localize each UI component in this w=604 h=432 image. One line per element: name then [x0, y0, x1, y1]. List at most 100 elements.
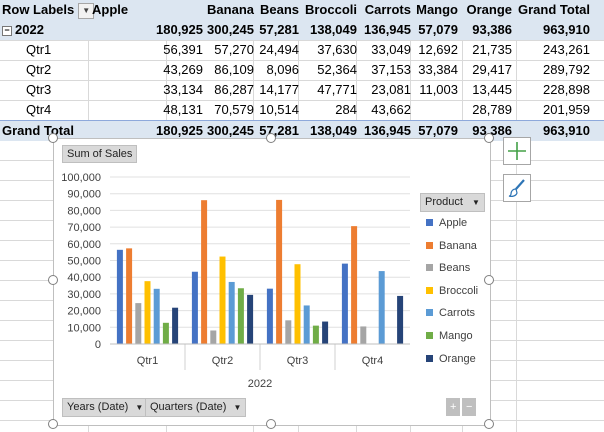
legend-item-carrots[interactable]: Carrots — [426, 307, 475, 319]
expand-field-button[interactable]: + — [446, 398, 461, 416]
table-cell[interactable]: 56,391 — [163, 40, 203, 60]
chart-styles-button[interactable] — [503, 174, 531, 202]
table-cell[interactable]: 12,692 — [418, 40, 458, 60]
table-cell[interactable]: 28,789 — [472, 100, 512, 120]
bar-broccoli-qtr3[interactable] — [294, 264, 301, 344]
legend-item-mango[interactable]: Mango — [426, 330, 473, 342]
bar-orange-qtr1[interactable] — [172, 307, 179, 344]
table-cell[interactable]: 136,945 — [364, 20, 411, 40]
years-date-field-button[interactable]: Years (Date) ▼ — [62, 398, 149, 417]
legend-item-broccoli[interactable]: Broccoli — [426, 285, 478, 297]
y-tick-label: 90,000 — [67, 189, 101, 201]
resize-handle-top-left[interactable] — [48, 133, 58, 143]
bar-carrots-qtr3[interactable] — [303, 305, 310, 344]
table-cell[interactable]: 29,417 — [472, 60, 512, 80]
bar-apple-qtr4[interactable] — [341, 263, 348, 344]
bar-orange-qtr4[interactable] — [397, 295, 404, 344]
row-labels-header[interactable]: Row Labels ▼ — [2, 0, 95, 20]
table-cell[interactable]: 138,049 — [310, 20, 357, 40]
row-label: Qtr2 — [26, 60, 51, 80]
table-cell[interactable]: 57,079 — [418, 20, 458, 40]
table-cell[interactable]: 24,494 — [259, 40, 299, 60]
table-cell[interactable]: 23,081 — [371, 80, 411, 100]
column-header: Banana — [207, 2, 254, 17]
resize-handle-top[interactable] — [266, 133, 276, 143]
table-cell[interactable]: 289,792 — [543, 60, 590, 80]
resize-handle-top-right[interactable] — [484, 133, 494, 143]
table-cell[interactable]: 57,270 — [214, 40, 254, 60]
bar-carrots-qtr1[interactable] — [153, 288, 160, 344]
table-cell[interactable]: 300,245 — [207, 20, 254, 40]
legend-label: Apple — [439, 217, 468, 229]
legend-item-beans[interactable]: Beans — [426, 262, 470, 274]
resize-handle-bottom[interactable] — [266, 419, 276, 429]
bar-apple-qtr3[interactable] — [266, 288, 273, 344]
bar-broccoli-qtr1[interactable] — [144, 281, 151, 344]
table-cell[interactable]: 47,771 — [317, 80, 357, 100]
collapse-icon[interactable]: − — [2, 25, 12, 36]
table-cell[interactable]: 14,177 — [259, 80, 299, 100]
table-cell[interactable]: 963,910 — [543, 20, 590, 40]
resize-handle-right[interactable] — [484, 275, 494, 285]
legend-item-orange[interactable]: Orange — [426, 353, 476, 365]
table-cell[interactable]: 33,049 — [371, 40, 411, 60]
resize-handle-bottom-right[interactable] — [484, 419, 494, 429]
legend-item-apple[interactable]: Apple — [426, 217, 467, 229]
x-tick-label: Qtr3 — [287, 355, 308, 367]
table-cell[interactable]: 86,287 — [214, 80, 254, 100]
bar-beans-qtr1[interactable] — [135, 303, 142, 344]
bar-beans-qtr4[interactable] — [360, 326, 367, 344]
bar-mango-qtr2[interactable] — [237, 288, 244, 344]
bar-apple-qtr1[interactable] — [116, 249, 123, 344]
table-cell[interactable]: 243,261 — [543, 40, 590, 60]
bar-carrots-qtr4[interactable] — [378, 271, 385, 344]
bar-banana-qtr1[interactable] — [126, 248, 133, 344]
table-cell[interactable]: 33,134 — [163, 80, 203, 100]
table-cell[interactable]: 284 — [335, 100, 357, 120]
chart-elements-button[interactable] — [503, 137, 531, 165]
bar-apple-qtr2[interactable] — [191, 271, 198, 344]
table-cell[interactable]: 43,269 — [163, 60, 203, 80]
table-cell[interactable]: 33,384 — [418, 60, 458, 80]
table-cell[interactable]: 37,153 — [371, 60, 411, 80]
table-cell[interactable]: 43,662 — [371, 100, 411, 120]
bar-mango-qtr3[interactable] — [312, 325, 319, 344]
legend-swatch — [426, 241, 433, 249]
table-cell[interactable]: 963,910 — [543, 121, 590, 141]
x-tick-label: Qtr4 — [362, 355, 383, 367]
bar-orange-qtr2[interactable] — [247, 294, 254, 344]
chevron-down-icon: ▼ — [135, 403, 144, 412]
bar-orange-qtr3[interactable] — [322, 321, 329, 344]
table-cell[interactable]: 11,003 — [419, 80, 458, 100]
table-cell[interactable]: 8,096 — [266, 60, 299, 80]
table-cell[interactable]: 10,514 — [259, 100, 299, 120]
bar-broccoli-qtr2[interactable] — [219, 256, 226, 344]
table-cell[interactable]: 70,579 — [214, 100, 254, 120]
pivot-chart[interactable]: Sum of Sales 0 10,000 20,000 30,000 40,000 50… — [53, 138, 491, 426]
bar-banana-qtr3[interactable] — [276, 199, 283, 344]
bar-carrots-qtr2[interactable] — [228, 281, 235, 344]
bar-beans-qtr2[interactable] — [210, 330, 217, 344]
table-cell[interactable]: 57,281 — [259, 20, 299, 40]
table-cell[interactable]: 48,131 — [163, 100, 203, 120]
table-cell[interactable]: 37,630 — [317, 40, 357, 60]
bar-banana-qtr4[interactable] — [351, 226, 358, 344]
table-cell[interactable]: 13,445 — [472, 80, 512, 100]
bar-banana-qtr2[interactable] — [201, 200, 208, 344]
legend-item-banana[interactable]: Banana — [426, 240, 477, 252]
table-cell[interactable]: 86,109 — [214, 60, 254, 80]
quarters-date-field-button[interactable]: Quarters (Date) ▼ — [145, 398, 247, 417]
collapse-field-button[interactable]: − — [462, 398, 477, 416]
table-cell[interactable]: 52,364 — [317, 60, 357, 80]
resize-handle-bottom-left[interactable] — [48, 419, 58, 429]
table-cell[interactable]: 180,925 — [156, 20, 203, 40]
resize-handle-left[interactable] — [48, 275, 58, 285]
bar-beans-qtr3[interactable] — [285, 320, 292, 344]
table-cell[interactable]: 228,898 — [543, 80, 590, 100]
table-cell[interactable]: 201,959 — [543, 100, 590, 120]
product-field-button[interactable]: Product ▼ — [420, 193, 485, 212]
legend-swatch — [426, 309, 433, 317]
table-cell[interactable]: 21,735 — [472, 40, 512, 60]
bar-mango-qtr1[interactable] — [162, 322, 169, 344]
table-cell[interactable]: 93,386 — [472, 20, 512, 40]
